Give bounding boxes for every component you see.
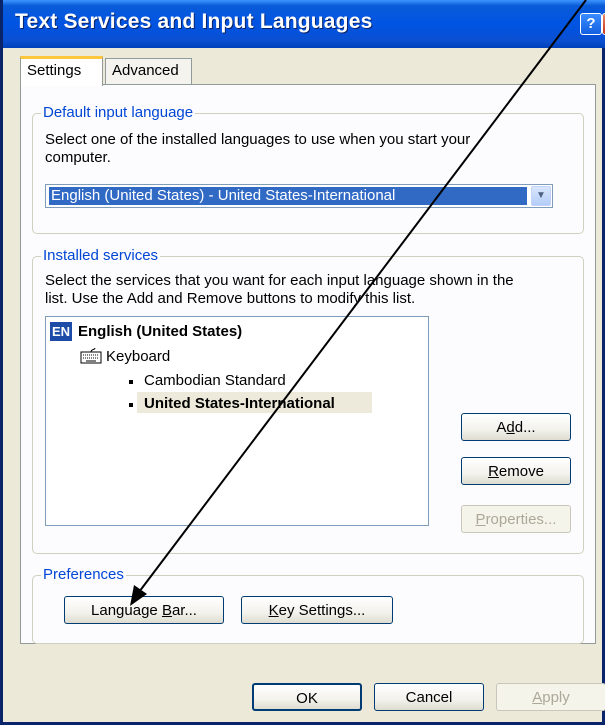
key-settings-label-b: K <box>268 602 279 619</box>
title-bar[interactable]: Text Services and Input Languages ? X <box>3 0 605 48</box>
apply-label-b: A <box>532 689 543 706</box>
key-settings-label-c: ey Settings... <box>278 602 366 619</box>
ok-button[interactable]: OK <box>252 683 362 711</box>
tree-language-node[interactable]: English (United States) <box>78 323 242 341</box>
installed-services-description: Select the services that you want for ea… <box>45 272 514 289</box>
properties-label-c: roperties... <box>485 511 557 528</box>
cancel-button[interactable]: Cancel <box>374 683 484 711</box>
key-settings-button[interactable]: Key Settings... <box>241 596 393 624</box>
properties-button[interactable]: Properties... <box>461 505 571 533</box>
bullet-icon <box>129 380 133 384</box>
add-label-b: d <box>506 419 515 436</box>
tree-keyboard-node[interactable]: Keyboard <box>106 348 170 366</box>
remove-label-b: R <box>488 463 499 480</box>
properties-label-b: P <box>475 511 486 528</box>
help-icon[interactable]: ? <box>580 13 602 35</box>
tab-advanced[interactable]: Advanced <box>105 58 192 84</box>
services-tree[interactable]: EN English (United States) Keyboard Camb… <box>45 316 429 526</box>
default-input-legend: Default input language <box>41 104 196 121</box>
language-badge: EN <box>50 322 72 341</box>
chevron-down-icon[interactable]: ▼ <box>531 186 551 206</box>
installed-services-legend: Installed services <box>41 247 161 264</box>
keyboard-icon <box>80 348 102 364</box>
remove-button[interactable]: Remove <box>461 457 571 485</box>
language-bar-label-a: Language <box>91 602 162 619</box>
apply-label-c: pply <box>542 689 570 706</box>
installed-services-description-2: list. Use the Add and Remove buttons to … <box>45 290 416 307</box>
remove-label-c: emove <box>498 463 544 480</box>
default-input-description: Select one of the installed languages to… <box>45 131 471 148</box>
default-language-value: English (United States) - United States-… <box>48 186 528 206</box>
bullet-icon <box>129 403 133 407</box>
default-input-description-2: computer. <box>45 149 111 166</box>
tree-item-us-international[interactable]: United States-International <box>144 395 335 413</box>
tab-settings[interactable]: Settings <box>20 56 103 86</box>
language-bar-button[interactable]: Language Bar... <box>64 596 224 624</box>
apply-button[interactable]: Apply <box>496 683 605 711</box>
tree-item-cambodian[interactable]: Cambodian Standard <box>144 372 286 390</box>
add-label-c: d... <box>514 419 536 436</box>
window-title: Text Services and Input Languages <box>15 10 373 33</box>
add-label-a: A <box>496 419 507 436</box>
language-bar-label-c: ar... <box>171 602 197 619</box>
default-language-dropdown[interactable]: English (United States) - United States-… <box>45 184 553 208</box>
add-button[interactable]: Add... <box>461 413 571 441</box>
dialog-window: Text Services and Input Languages ? X Se… <box>0 0 605 725</box>
language-bar-label-b: B <box>161 602 172 619</box>
preferences-legend: Preferences <box>41 566 126 583</box>
